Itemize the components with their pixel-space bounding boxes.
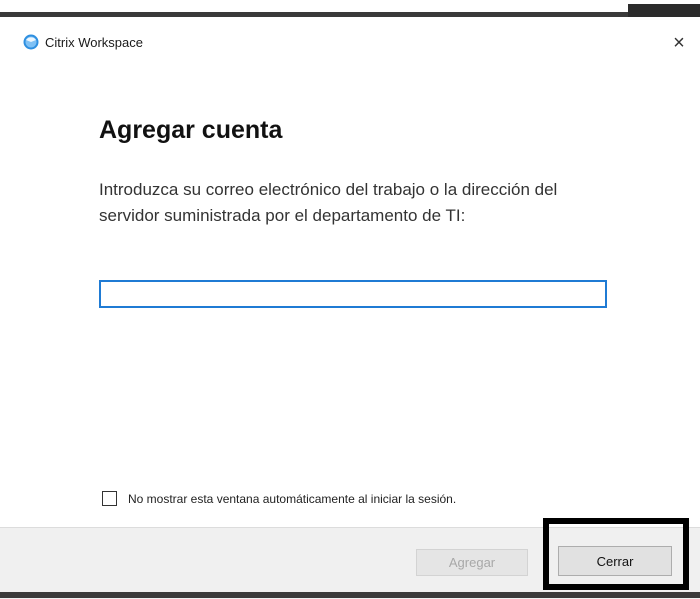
do-not-show-again-checkbox[interactable]: [102, 491, 117, 506]
add-button-disabled[interactable]: Agregar: [416, 549, 528, 576]
background-taskbar-fragment: [628, 4, 700, 17]
background-window-edge: [0, 0, 700, 17]
close-button-highlight-annotation: [543, 518, 689, 590]
window-bottom-border: [0, 592, 700, 598]
citrix-workspace-icon: [23, 34, 39, 50]
dialog-instructions: Introduzca su correo electrónico del tra…: [99, 180, 558, 225]
citrix-add-account-dialog: Citrix Workspace × Agregar cuenta Introd…: [0, 0, 700, 599]
close-icon: ×: [673, 31, 685, 54]
close-window-button[interactable]: ×: [664, 26, 694, 60]
email-or-server-address-input[interactable]: [99, 280, 607, 308]
do-not-show-again-row: No mostrar esta ventana automáticamente …: [102, 491, 456, 506]
window-title: Citrix Workspace: [45, 35, 144, 50]
do-not-show-again-label[interactable]: No mostrar esta ventana automáticamente …: [128, 492, 456, 506]
dialog-heading: Agregar cuenta: [99, 116, 283, 144]
